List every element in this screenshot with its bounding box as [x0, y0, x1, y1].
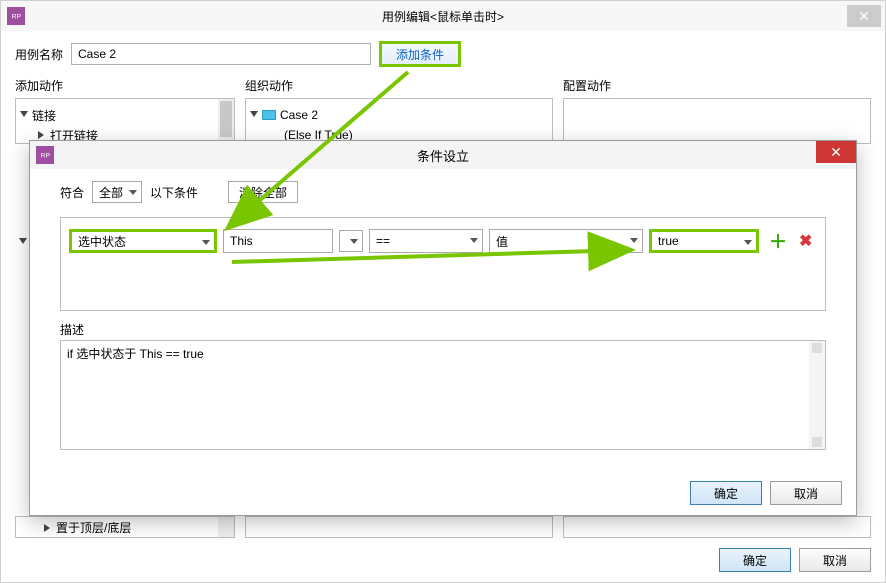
chevron-down-icon	[350, 239, 358, 244]
add-action-tree[interactable]: 链接 打开链接	[15, 98, 235, 144]
configure-bottom-stub	[563, 516, 871, 538]
cancel-button[interactable]: 取消	[770, 481, 842, 505]
condition-target-dropdown[interactable]	[339, 230, 363, 252]
tree-bottom-stub[interactable]: 置于顶层/底层	[15, 516, 235, 538]
chevron-down-icon	[470, 238, 478, 243]
ok-button[interactable]: 确定	[719, 548, 791, 572]
organize-action-box[interactable]: Case 2 (Else If True)	[245, 98, 553, 144]
of-following-label: 以下条件	[150, 184, 198, 201]
condition-type-select[interactable]: 选中状态	[69, 229, 217, 253]
organize-action-label: 组织动作	[245, 77, 553, 94]
expand-icon[interactable]	[38, 131, 46, 139]
scrollbar[interactable]	[218, 99, 234, 143]
scrollbar[interactable]	[218, 517, 234, 537]
case-icon	[262, 110, 276, 120]
scrollbar[interactable]	[809, 341, 825, 449]
match-select[interactable]: 全部	[92, 181, 142, 203]
delete-row-icon[interactable]: ✖	[797, 231, 814, 251]
ok-button[interactable]: 确定	[690, 481, 762, 505]
case-name-input[interactable]	[71, 43, 371, 65]
expand-icon[interactable]	[20, 111, 28, 119]
window-title: 用例编辑<鼠标单击时>	[1, 8, 885, 25]
scroll-down-icon[interactable]	[812, 437, 822, 447]
chevron-down-icon	[129, 190, 137, 195]
conditions-list: 选中状态 This == 值 true ＋ ✖	[60, 217, 826, 311]
close-icon[interactable]: ✕	[847, 5, 881, 27]
condition-value-select[interactable]: true	[649, 229, 759, 253]
configure-action-box	[563, 98, 871, 144]
condition-operator-select[interactable]: ==	[369, 229, 483, 253]
condition-value-kind-select[interactable]: 值	[489, 229, 643, 253]
tree-expand-stub[interactable]	[19, 235, 27, 249]
condition-target-select[interactable]: This	[223, 229, 333, 253]
condition-row: 选中状态 This == 值 true ＋ ✖	[69, 228, 817, 254]
clear-all-button[interactable]: 清除全部	[228, 181, 298, 203]
expand-icon[interactable]	[250, 111, 258, 119]
add-row-icon[interactable]: ＋	[765, 228, 791, 254]
chevron-down-icon	[744, 240, 752, 245]
description-label: 描述	[60, 321, 826, 338]
organize-bottom-stub	[245, 516, 553, 538]
scroll-up-icon[interactable]	[812, 343, 822, 353]
condition-dialog: RP 条件设立 ✕ 符合 全部 以下条件 清除全部 选中状态 This ==	[29, 140, 857, 516]
window-body: 用例名称 添加条件 添加动作 链接 打开链接	[1, 31, 885, 150]
dialog-titlebar: RP 条件设立 ✕	[30, 141, 856, 169]
case-node[interactable]: Case 2	[250, 105, 548, 125]
add-action-label: 添加动作	[15, 77, 235, 94]
match-label: 符合	[60, 184, 84, 201]
description-textarea[interactable]: if 选中状态于 This == true	[60, 340, 826, 450]
close-icon[interactable]: ✕	[816, 141, 856, 163]
chevron-down-icon	[630, 238, 638, 243]
case-name-label: 用例名称	[15, 46, 63, 63]
dialog-title: 条件设立	[30, 146, 856, 165]
cancel-button[interactable]: 取消	[799, 548, 871, 572]
chevron-down-icon	[202, 240, 210, 245]
configure-action-label: 配置动作	[563, 77, 871, 94]
tree-node-link[interactable]: 链接	[20, 105, 230, 125]
window-titlebar: RP 用例编辑<鼠标单击时> ✕	[1, 1, 885, 31]
add-condition-button[interactable]: 添加条件	[379, 41, 461, 67]
